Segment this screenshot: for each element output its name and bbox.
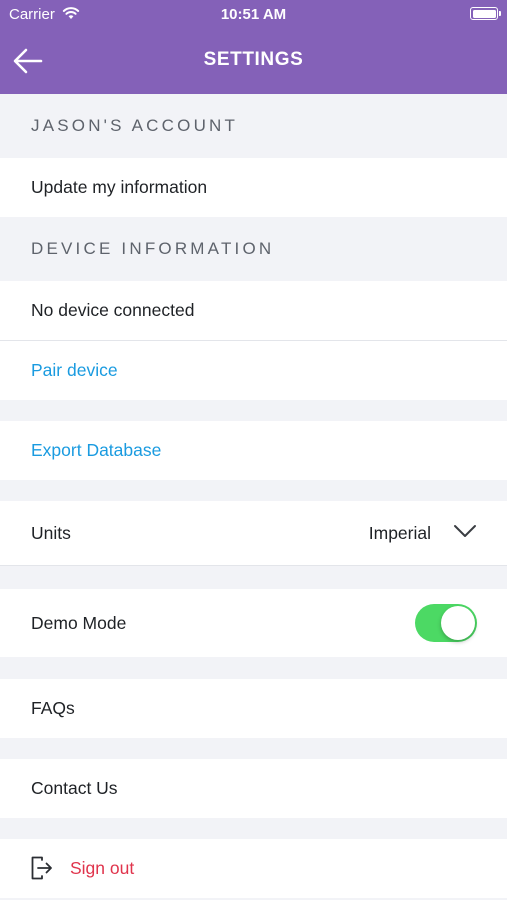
demo-mode-toggle[interactable] [415,604,477,642]
faqs-label: FAQs [31,698,75,718]
demo-mode-row: Demo Mode [0,589,507,657]
sign-out-label: Sign out [70,858,135,878]
contact-us-label: Contact Us [31,778,118,798]
update-info-row[interactable]: Update my information [0,158,507,217]
toggle-knob [441,606,475,640]
units-value: Imperial [368,522,431,543]
units-row[interactable]: Units Imperial [0,501,507,565]
divider [0,565,507,566]
section-header-account: JASON'S ACCOUNT [0,94,507,158]
page-title: SETTINGS [203,49,304,70]
clock: 10:51 AM [220,6,287,23]
demo-mode-label: Demo Mode [31,612,127,633]
status-bar: Carrier 10:51 AM [0,0,507,28]
pair-device-row[interactable]: Pair device [0,341,507,400]
device-status-row: No device connected [0,281,507,340]
chevron-down-icon [454,525,476,537]
section-header-device: DEVICE INFORMATION [0,217,507,281]
contact-us-row[interactable]: Contact Us [0,759,507,818]
faqs-row[interactable]: FAQs [0,679,507,738]
sign-out-icon [31,856,52,880]
device-status-label: No device connected [31,300,195,320]
nav-bar: SETTINGS [0,28,507,94]
update-info-label: Update my information [31,177,208,197]
battery-icon [470,7,501,20]
pair-device-link: Pair device [31,360,118,380]
export-database-row[interactable]: Export Database [0,421,507,480]
sign-out-row[interactable]: Sign out [0,839,507,898]
units-label: Units [31,522,71,543]
export-database-link: Export Database [31,440,162,460]
